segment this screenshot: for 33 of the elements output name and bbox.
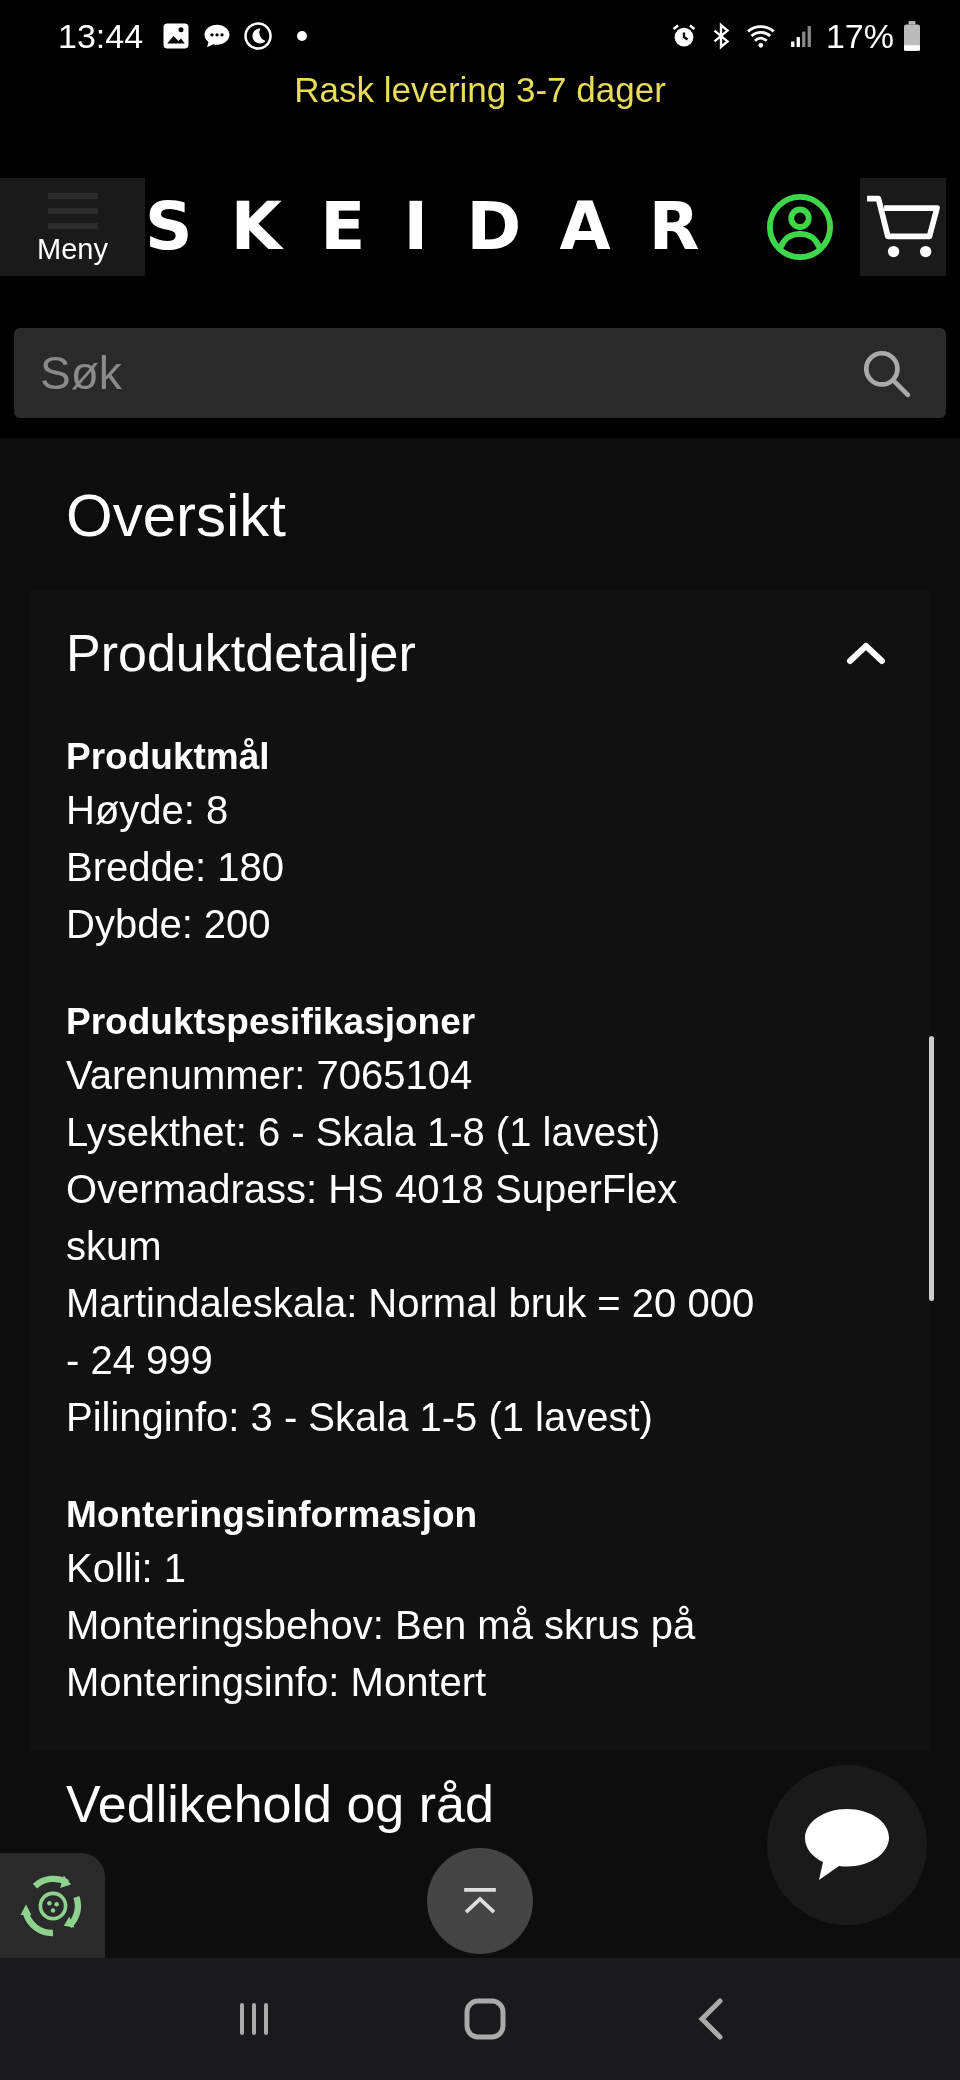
- detail-line: Kolli: 1: [66, 1545, 188, 1592]
- section-heading: Monteringsinformasjon: [66, 1493, 479, 1537]
- detail-line: Overmadrass: HS 4018 SuperFlex skum: [66, 1166, 679, 1270]
- moon-icon: [243, 21, 274, 51]
- logo[interactable]: SKEIDAR: [145, 194, 738, 260]
- detail-line: Pilinginfo: 3 - Skala 1-5 (1 lavest): [66, 1394, 654, 1441]
- delivery-banner-text: Rask levering 3-7 dager: [293, 72, 667, 108]
- detail-line: Monteringsbehov: Ben må skrus på: [66, 1602, 697, 1649]
- menu-button[interactable]: Meny: [0, 178, 145, 276]
- battery-icon: [904, 21, 920, 51]
- detail-line: Monteringsinfo: Montert: [66, 1659, 488, 1706]
- page-title: Oversikt: [66, 481, 288, 551]
- detail-line: Varenummer: 7065104: [66, 1052, 474, 1099]
- scroll-top-icon: [461, 1887, 499, 1915]
- accordion-title[interactable]: Produktdetaljer: [66, 623, 416, 683]
- search-field[interactable]: Søk: [14, 328, 946, 418]
- detail-line: Dybde: 200: [66, 901, 272, 948]
- battery-percentage: 17%: [825, 16, 894, 56]
- account-icon[interactable]: [766, 193, 834, 261]
- section-title[interactable]: Vedlikehold og råd: [66, 1774, 960, 1834]
- notification-dot-icon: [297, 31, 308, 41]
- detail-line: Martindaleskala: Normal bruk = 20 000 - 24 999: [66, 1280, 756, 1384]
- recycle-widget[interactable]: [0, 1853, 105, 1958]
- chevron-icon[interactable]: [846, 641, 886, 665]
- section-heading: Produktspesifikasjoner: [66, 1000, 477, 1044]
- status-time: 13:44: [58, 16, 144, 56]
- cart-button[interactable]: [860, 178, 946, 276]
- image-icon: [161, 21, 192, 51]
- home-icon[interactable]: [463, 1997, 507, 2041]
- detail-line: Lysekthet: 6 - Skala 1-8 (1 lavest): [66, 1109, 662, 1156]
- detail-line: Bredde: 180: [66, 844, 285, 891]
- section-heading: Produktmål: [66, 735, 271, 779]
- detail-line: Høyde: 8: [66, 787, 230, 834]
